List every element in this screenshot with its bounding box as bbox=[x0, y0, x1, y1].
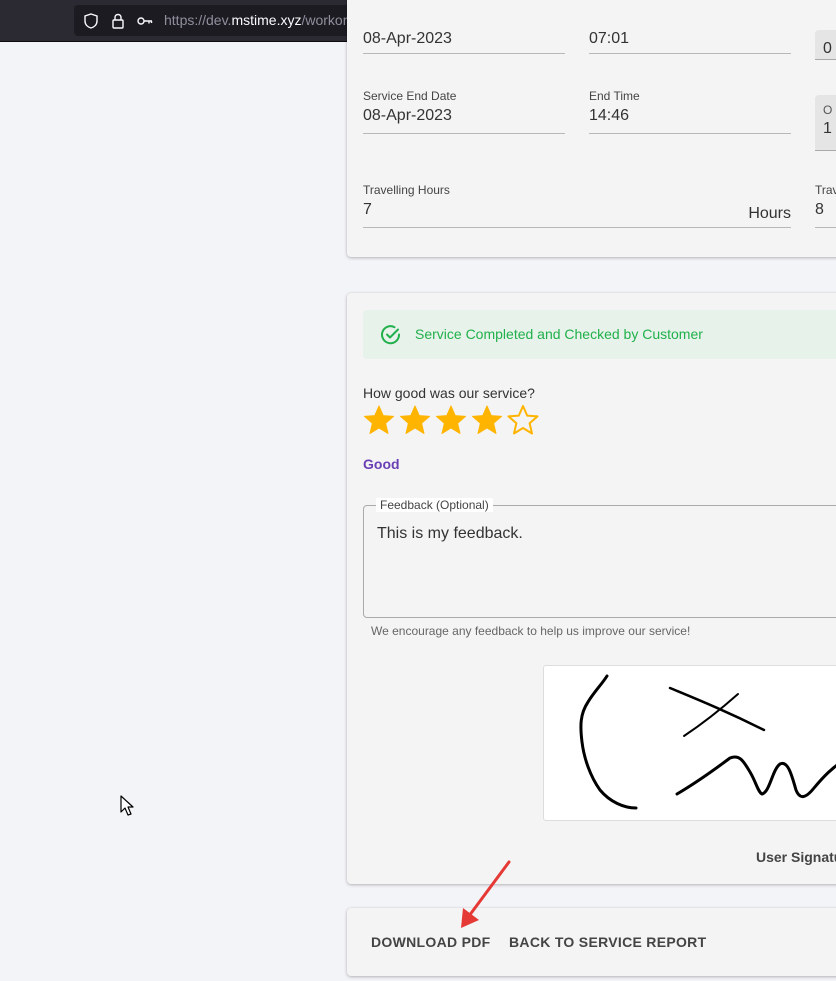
service-start-date-field[interactable]: 08-Apr-2023 bbox=[363, 30, 565, 54]
back-to-service-report-button[interactable]: BACK TO SERVICE REPORT bbox=[509, 934, 706, 950]
url-host: mstime.xyz bbox=[231, 12, 302, 28]
url-prefix: https://dev. bbox=[164, 12, 232, 28]
feedback-helper-text: We encourage any feedback to help us imp… bbox=[371, 624, 691, 638]
star-filled-icon[interactable] bbox=[471, 404, 503, 436]
mouse-cursor-icon bbox=[120, 795, 134, 816]
end-time-field[interactable]: End Time 14:46 bbox=[589, 89, 791, 134]
feedback-textarea[interactable]: This is my feedback. bbox=[377, 525, 836, 605]
download-pdf-button[interactable]: DOWNLOAD PDF bbox=[371, 934, 490, 950]
field-underline bbox=[363, 227, 791, 228]
field-underline bbox=[589, 133, 791, 134]
star-rating[interactable] bbox=[363, 404, 539, 436]
right-field-bottom-label: Trav bbox=[815, 183, 836, 197]
service-end-date-field[interactable]: Service End Date 08-Apr-2023 bbox=[363, 89, 565, 134]
travelling-hours-value: 7 bbox=[363, 201, 372, 218]
key-icon[interactable] bbox=[136, 12, 154, 30]
service-start-date-value: 08-Apr-2023 bbox=[363, 30, 452, 47]
service-end-date-value: 08-Apr-2023 bbox=[363, 107, 452, 124]
field-underline bbox=[363, 53, 565, 54]
star-filled-icon[interactable] bbox=[399, 404, 431, 436]
travelling-hours-label: Travelling Hours bbox=[363, 183, 450, 197]
star-filled-icon[interactable] bbox=[363, 404, 395, 436]
service-completion-card: Service Completed and Checked by Custome… bbox=[347, 293, 836, 884]
star-filled-icon[interactable] bbox=[435, 404, 467, 436]
service-end-date-label: Service End Date bbox=[363, 89, 457, 103]
star-empty-icon[interactable] bbox=[507, 404, 539, 436]
right-field-top-value: 0 bbox=[823, 40, 832, 57]
start-time-field[interactable]: 07:01 bbox=[589, 30, 791, 54]
completion-status-text: Service Completed and Checked by Custome… bbox=[415, 326, 703, 342]
end-time-label: End Time bbox=[589, 89, 640, 103]
actions-card: DOWNLOAD PDF BACK TO SERVICE REPORT bbox=[347, 908, 836, 976]
shield-icon[interactable] bbox=[82, 12, 100, 30]
field-underline bbox=[589, 53, 791, 54]
end-time-value: 14:46 bbox=[589, 107, 630, 124]
signature-pad[interactable] bbox=[543, 665, 836, 821]
completion-alert: Service Completed and Checked by Custome… bbox=[363, 310, 836, 359]
right-field-mid-label: O bbox=[823, 103, 833, 117]
right-field-bottom[interactable]: Trav 8 bbox=[815, 183, 836, 228]
rating-label: Good bbox=[363, 456, 400, 472]
field-underline bbox=[363, 133, 565, 134]
lock-icon[interactable] bbox=[109, 12, 127, 30]
hours-unit-label: Hours bbox=[748, 205, 791, 222]
right-field-mid[interactable]: O 1 bbox=[815, 95, 836, 151]
rating-question: How good was our service? bbox=[363, 385, 535, 401]
feedback-legend: Feedback (Optional) bbox=[376, 498, 493, 512]
field-underline bbox=[815, 227, 836, 228]
feedback-field[interactable]: Feedback (Optional) This is my feedback. bbox=[363, 498, 836, 618]
start-time-value: 07:01 bbox=[589, 30, 630, 47]
travelling-hours-field[interactable]: Travelling Hours 7 Hours bbox=[363, 183, 791, 228]
right-field-mid-value: 1 bbox=[823, 120, 832, 137]
signature-drawing bbox=[579, 674, 836, 810]
right-field-bottom-value: 8 bbox=[815, 201, 824, 218]
signature-caption: User Signatu bbox=[756, 849, 836, 865]
check-circle-icon bbox=[381, 325, 401, 345]
service-details-card: 08-Apr-2023 07:01 0 Service End Date 08-… bbox=[347, 0, 836, 257]
right-field-top[interactable]: 0 bbox=[815, 30, 836, 60]
